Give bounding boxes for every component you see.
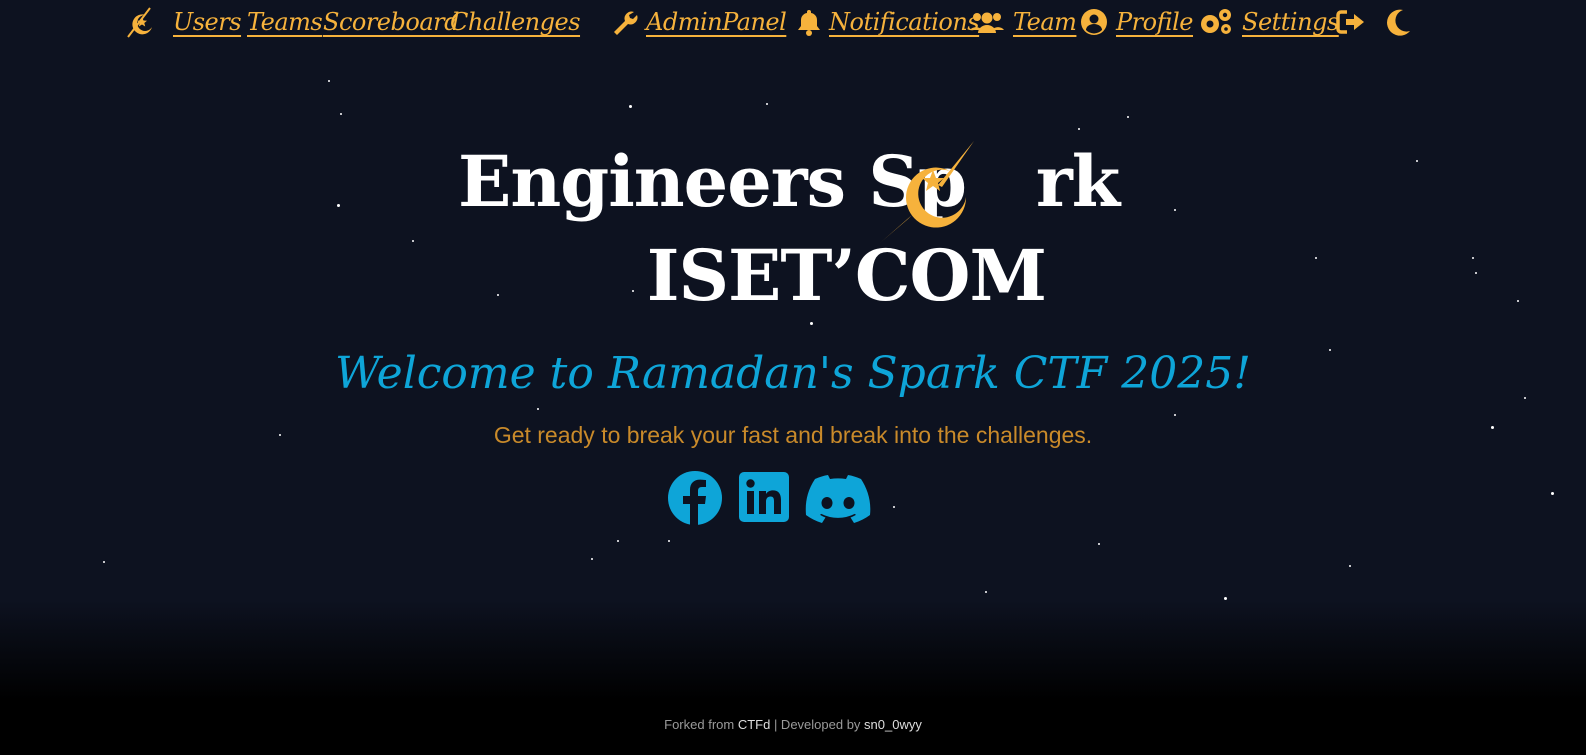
gears-icon	[1201, 9, 1231, 34]
nav-team[interactable]: Team	[969, 4, 1077, 40]
brand-title-line1: Engineers Sp rk	[458, 140, 1120, 223]
linkedin-icon	[739, 472, 789, 522]
brand-title-suffix: rk	[1035, 140, 1120, 223]
nav-challenges[interactable]: Challenges	[450, 4, 581, 40]
bottom-fade	[0, 600, 1586, 700]
top-navbar: Users Teams Scoreboard Challenges AdminP…	[0, 0, 1586, 44]
wrench-icon	[614, 11, 638, 35]
welcome-heading: Welcome to Ramadan's Spark CTF 2025!	[335, 348, 1251, 399]
nav-admin-panel[interactable]: AdminPanel	[610, 4, 787, 40]
welcome-tagline: Get ready to break your fast and break i…	[493, 422, 1093, 448]
nav-admin-panel-label: AdminPanel	[646, 8, 787, 36]
nav-scoreboard[interactable]: Scoreboard	[323, 4, 459, 40]
nav-team-label: Team	[1013, 8, 1077, 36]
nav-users[interactable]: Users	[173, 4, 242, 40]
page-footer: Forked from CTFd | Developed by sn0_0wyy	[0, 700, 1586, 755]
nav-notifications-label: Notifications	[829, 8, 980, 36]
linkedin-link[interactable]	[739, 472, 789, 526]
bell-icon	[798, 10, 820, 36]
nav-profile[interactable]: Profile	[1080, 4, 1194, 40]
developer-link[interactable]: sn0_0wyy	[864, 717, 922, 732]
facebook-icon	[668, 471, 722, 526]
nav-settings-label: Settings	[1242, 8, 1339, 36]
discord-icon	[805, 475, 871, 523]
crescent-star-logo-icon	[127, 7, 152, 38]
footer-credits: Forked from CTFd | Developed by sn0_0wyy	[0, 717, 1586, 732]
footer-forked-text: Forked from	[664, 717, 738, 732]
sign-out-icon	[1336, 10, 1364, 34]
brand-logo: Engineers Sp rk ISET’COM	[0, 130, 1586, 320]
nav-settings[interactable]: Settings	[1198, 4, 1339, 40]
brand-title-line2: ISET’COM	[646, 234, 1047, 317]
footer-developed-text: | Developed by	[770, 717, 865, 732]
users-group-icon	[970, 12, 1004, 33]
nav-notifications[interactable]: Notifications	[797, 4, 980, 40]
facebook-link[interactable]	[667, 470, 723, 530]
social-links	[667, 470, 872, 526]
logout-button[interactable]	[1336, 4, 1366, 40]
nav-profile-label: Profile	[1116, 8, 1194, 36]
moon-icon	[1387, 9, 1410, 36]
discord-link[interactable]	[805, 474, 871, 528]
crescent-star-logo-icon	[880, 141, 974, 243]
ctfd-link[interactable]: CTFd	[738, 717, 771, 732]
theme-toggle-button[interactable]	[1384, 4, 1412, 40]
nav-teams[interactable]: Teams	[247, 4, 323, 40]
user-circle-icon	[1081, 9, 1107, 35]
home-logo-link[interactable]	[124, 4, 158, 40]
